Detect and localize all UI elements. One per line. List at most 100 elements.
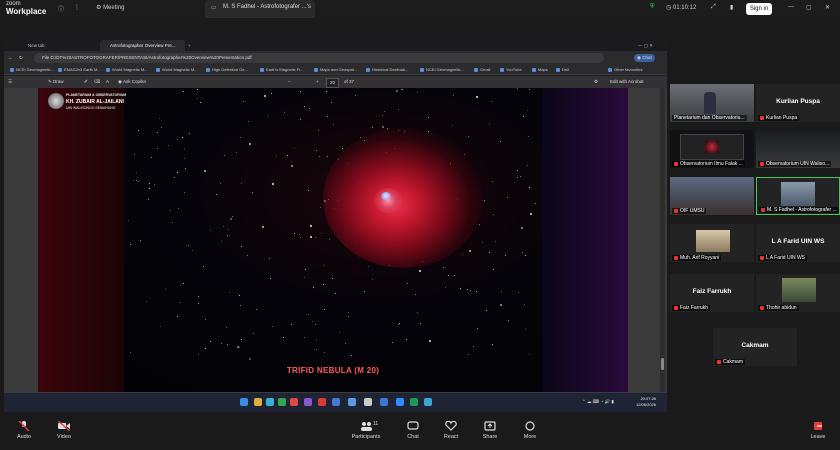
star [524,329,526,331]
participant-tile[interactable]: L A Farid UIN WS L A Farid UIN WS [756,224,840,262]
taskbar-app-icon[interactable] [290,398,298,406]
pdf-viewer[interactable]: PLANETARIUM & OBSERVATORIUM KH. ZUBAIR A… [4,88,667,393]
taskbar-app-icon[interactable] [318,398,326,406]
erase-icon[interactable]: ⌫ [94,78,100,86]
participant-tile[interactable]: Thohir abidun [756,274,840,312]
file-explorer-icon[interactable] [254,398,262,406]
star [519,175,521,177]
zoom-taskbar-icon[interactable] [396,398,404,406]
sign-in-button[interactable]: Sign in [746,3,772,15]
bookmark-item[interactable]: Maps and Geospat... [314,66,357,74]
text-icon[interactable]: A [106,78,109,86]
taskbar-app-icon[interactable] [278,398,286,406]
taskbar-app-icon[interactable] [424,398,432,406]
taskbar-app-icon[interactable] [410,398,418,406]
meeting-tab[interactable]: ▭ M. S Fadhel - Astrofotografer ...'s [205,0,315,18]
window-controls[interactable]: — ▢ ✕ [638,40,653,51]
react-button[interactable]: React [431,421,471,440]
participant-tile[interactable]: OIF UMSU [670,177,754,215]
shield-icon[interactable]: ⛨ [650,4,655,11]
bookmark-item[interactable]: YouTube [500,66,522,74]
settings-icon[interactable]: ⚙ [594,78,598,86]
bookmark-item[interactable]: Maps [532,66,548,74]
edit-with-acrobat-button[interactable]: Edit with Acrobat [610,78,644,86]
new-tab-button[interactable]: + [188,40,191,51]
zoom-out-button[interactable]: − [288,78,291,86]
taskbar-app-icon[interactable] [304,398,312,406]
participants-button[interactable]: Participants 11 [346,421,386,440]
windows-start-icon[interactable] [240,398,248,406]
participant-tile[interactable]: Faiz Farrukh Faiz Farrukh [670,274,754,312]
info-icon[interactable]: ⓘ [58,4,64,13]
star [136,179,138,181]
star [428,339,431,342]
bookmark-item[interactable]: EMAG2v3 Earth M... [58,66,101,74]
more-icon[interactable]: ⋮ [74,4,80,11]
maximize-icon[interactable]: ▢ [806,4,812,11]
participant-tile[interactable]: Kurlian Puspa Kurlian Puspa [756,84,840,122]
browser-tab-presentation[interactable]: Astrofotographer Overview Pre... [100,40,185,51]
star [489,252,491,254]
share-label: Share [482,434,498,440]
taskbar-app-icon[interactable] [364,398,372,406]
highlight-icon[interactable]: ✐ [84,78,88,86]
chat-icon [407,421,419,430]
scrollbar-thumb[interactable] [661,358,664,370]
taskbar-app-icon[interactable] [348,398,356,406]
star [282,337,284,339]
view-icon[interactable]: ▮ [730,4,733,11]
contents-icon[interactable]: ☰ [8,78,12,86]
bookmark-item[interactable]: Earth's Magnetic Fi... [260,66,303,74]
copilot-chat-button[interactable]: ◉ Chat [634,54,655,62]
participant-tile[interactable]: Planetarium dan Observatoriu... [670,84,754,122]
expand-icon[interactable]: ⤢ [711,4,716,11]
back-icon[interactable]: ← [8,54,13,62]
ask-copilot-button[interactable]: ◉ Ask Copilot [118,78,146,86]
bookmark-item[interactable]: World Magnetic M... [156,66,198,74]
bookmark-item[interactable]: Dell [556,66,569,74]
edge-icon[interactable] [266,398,274,406]
participant-tile-active[interactable]: M. S Fadhel - Astrofotografer ... [756,177,840,215]
bookmark-item[interactable]: NCEI Geomagnetic... [420,66,464,74]
mic-muted-icon [674,255,678,260]
participant-tile[interactable]: Observatorium UIN Waliso... [756,130,840,168]
bookmark-item[interactable]: Other favourites [608,66,642,74]
page-number-input[interactable]: 20 [326,78,340,88]
mic-muted-icon [674,161,678,166]
star [526,110,528,112]
bookmark-item[interactable]: World Magnetic M... [106,66,148,74]
pdf-scrollbar[interactable] [660,88,665,392]
star [341,148,343,150]
share-button[interactable]: Share [470,421,510,440]
star [291,161,293,163]
more-button[interactable]: More [510,421,550,440]
draw-button[interactable]: ✎ Draw [48,78,64,86]
minimize-icon[interactable]: — [788,4,794,10]
url-field[interactable]: File D:/DT%20ASTROFOTOGRAFER/PRESENTASI/… [34,53,604,63]
meeting-button[interactable]: ⚙ Meeting [96,4,124,11]
taskbar-app-icon[interactable] [332,398,340,406]
refresh-icon[interactable]: ↻ [19,54,23,62]
star [291,164,294,167]
leave-button[interactable]: Leave [798,421,838,440]
bookmark-item[interactable]: Gmail [474,66,490,74]
taskbar-app-icon[interactable] [380,398,388,406]
star [329,239,331,241]
bookmark-item[interactable]: Historical Declinati... [366,66,408,74]
bookmark-item[interactable]: NCEI Geomagnetic... [10,66,54,74]
bookmark-item[interactable]: High Definition Ge... [206,66,248,74]
system-tray-icons[interactable]: ⌃ ☁ ⌨ ◔ 🔊 ▮ [582,398,614,406]
participant-tile[interactable]: Muh. Arif Royyani [670,224,754,262]
system-clock[interactable]: 20:07:26 12/06/2026 [636,396,656,408]
chat-button[interactable]: Chat [393,421,433,440]
browser-tab-new[interactable]: New tab [18,40,78,51]
star [517,88,519,90]
zoom-in-button[interactable]: + [316,78,319,86]
audio-button[interactable]: Audio [4,421,44,440]
video-button[interactable]: Video [44,421,84,440]
participant-tile[interactable]: Cakmam Cakmam [713,328,797,366]
star [316,338,318,340]
participant-tile[interactable]: Observatorium Ilmu Falak ... [670,130,754,168]
close-icon[interactable]: ✕ [825,4,830,11]
participants-icon [361,422,372,431]
